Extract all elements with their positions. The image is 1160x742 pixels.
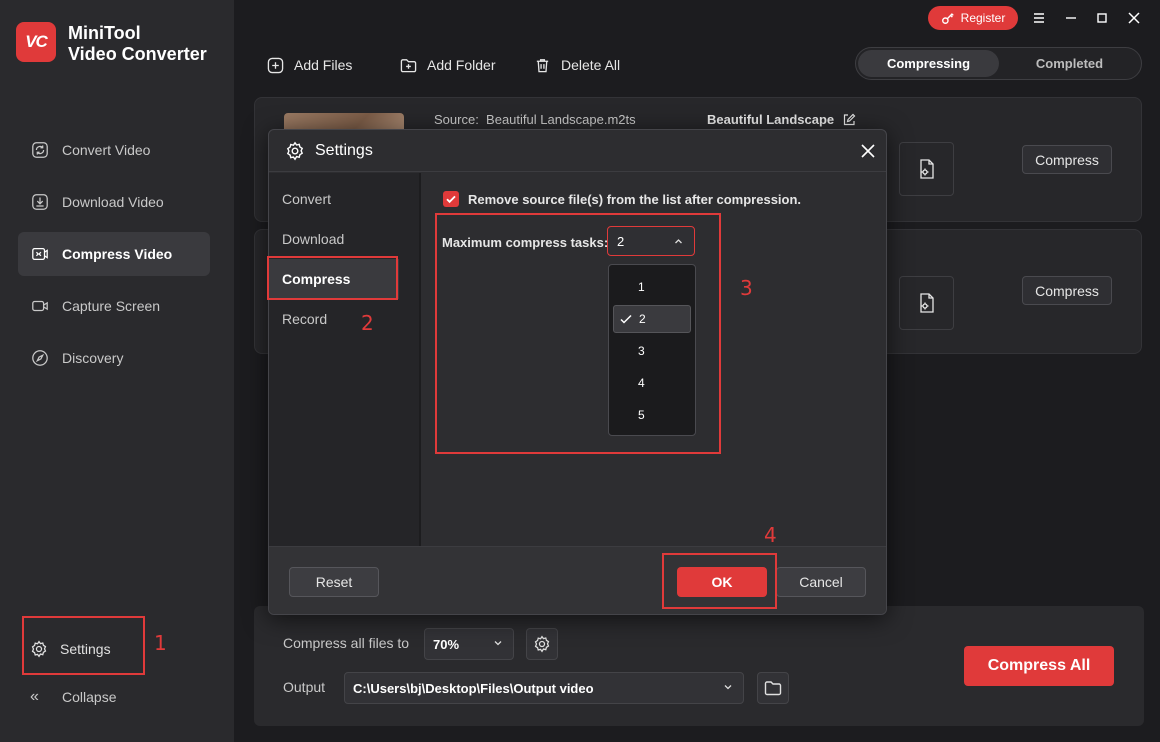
remove-source-checkbox[interactable] [443,191,459,207]
annotation-number: 2 [361,311,374,335]
cancel-button[interactable]: Cancel [776,567,866,597]
compression-settings-button[interactable] [526,628,558,660]
sidebar-item-capture-screen[interactable]: Capture Screen [18,284,210,328]
trash-icon [536,58,549,72]
sidebar-item-compress-video[interactable]: Compress Video [18,232,210,276]
collapse-label: Collapse [62,689,117,705]
source-filename: Beautiful Landscape.m2ts [486,112,636,127]
reset-button[interactable]: Reset [289,567,379,597]
compress-icon [30,244,50,264]
sidebar-item-label: Compress Video [62,246,173,262]
file-settings-icon [919,159,934,179]
chevron-down-icon [724,685,732,690]
delete-all-label: Delete All [561,57,621,73]
dialog-title: Settings [315,141,373,159]
close-icon[interactable] [859,142,877,160]
annotation-number: 3 [740,276,753,300]
compression-percent-select[interactable]: 70% [424,628,514,660]
convert-icon [30,140,50,160]
compress-all-files-label: Compress all files to [283,635,410,651]
sidebar-item-discovery[interactable]: Discovery [18,336,210,380]
chevron-down-icon [494,641,502,646]
bottom-panel: Compress all files to 70% Output C:\User… [254,606,1144,726]
add-folder-button[interactable]: Add Folder [400,54,495,76]
source-info: Source: Beautiful Landscape.m2ts [434,112,636,127]
sidebar-collapse-button[interactable]: « Collapse [30,688,116,706]
app-title-line1: MiniTool [68,23,141,43]
file-settings-button[interactable] [899,276,954,330]
annotation-number: 1 [154,631,167,655]
download-icon [30,192,50,212]
compass-icon [30,348,50,368]
dialog-footer: Reset OK Cancel [269,546,886,614]
camera-icon [30,296,50,316]
add-folder-label: Add Folder [427,57,496,73]
folder-icon [764,681,782,696]
tab-completed[interactable]: Completed [999,50,1140,77]
file-settings-icon [919,293,934,313]
double-chevron-left-icon: « [30,688,39,705]
register-button[interactable]: Register [928,6,1018,30]
dialog-nav-convert[interactable]: Convert [269,179,399,219]
logo-text: VC [25,32,48,51]
add-folder-icon [400,58,417,72]
close-window-button[interactable] [1124,8,1144,28]
gear-icon [534,635,550,653]
output-path-value: C:\Users\bj\Desktop\Files\Output video [353,680,594,696]
register-label: Register [960,11,1006,25]
checkmark-icon [446,195,456,204]
dialog-nav-download[interactable]: Download [269,219,399,259]
compress-all-button[interactable]: Compress All [964,646,1114,686]
output-path-select[interactable]: C:\Users\bj\Desktop\Files\Output video [344,672,744,704]
sidebar-item-label: Capture Screen [62,298,161,314]
minimize-icon [1066,17,1076,19]
gear-icon [286,141,304,160]
target-filename: Beautiful Landscape [707,112,835,127]
source-label: Source: [434,112,479,127]
file-settings-button[interactable] [899,142,954,196]
sidebar-item-download-video[interactable]: Download Video [18,180,210,224]
target-info: Beautiful Landscape [707,112,856,127]
sidebar-item-label: Discovery [62,350,124,366]
maximize-button[interactable] [1092,8,1112,28]
menu-button[interactable] [1029,8,1049,28]
status-tabs: Compressing Completed [855,47,1142,80]
app-title-line2: Video Converter [68,44,207,64]
delete-all-button[interactable]: Delete All [534,54,620,76]
compress-button[interactable]: Compress [1022,145,1112,174]
key-icon [941,13,954,24]
annotation-box-max-tasks [435,213,721,454]
output-label: Output [283,679,326,695]
app-logo: VC [16,22,56,62]
dialog-nav: Convert Download Compress Record [269,173,421,546]
add-files-label: Add Files [294,57,353,73]
maximize-icon [1097,13,1107,23]
annotation-box-compress-nav [267,256,398,300]
percent-value: 70% [433,636,460,652]
annotation-box-ok [662,553,777,609]
annotation-number: 4 [764,523,777,547]
hamburger-icon [1034,13,1044,23]
compress-button[interactable]: Compress [1022,276,1112,305]
close-icon [1128,12,1140,24]
dialog-header: Settings [269,130,886,172]
sidebar-item-label: Convert Video [62,142,151,158]
dialog-nav-record[interactable]: Record [269,299,399,339]
app-title: MiniTool Video Converter [68,23,207,65]
sidebar-item-label: Download Video [62,194,164,210]
browse-folder-button[interactable] [757,672,789,704]
minimize-button[interactable] [1061,8,1081,28]
sidebar-item-convert-video[interactable]: Convert Video [18,128,210,172]
annotation-box-settings [22,616,145,675]
remove-source-label: Remove source file(s) from the list afte… [468,192,802,207]
edit-icon[interactable] [842,113,856,127]
plus-square-icon [267,57,284,73]
tab-compressing[interactable]: Compressing [858,50,999,77]
add-files-button[interactable]: Add Files [267,54,352,76]
